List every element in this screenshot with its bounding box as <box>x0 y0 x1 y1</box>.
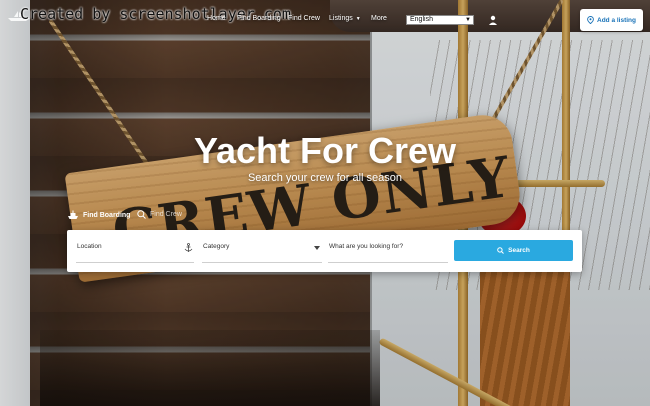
search-bar: Location Category What are you looking f… <box>67 230 582 272</box>
category-select[interactable]: Category <box>202 239 322 263</box>
keyword-placeholder: What are you looking for? <box>329 243 404 250</box>
tab-find-crew-label: Find Crew <box>150 211 182 218</box>
nav-listings[interactable]: Listings ▼ <box>329 15 361 22</box>
hero-headline: Yacht For Crew <box>193 130 457 171</box>
chevron-down-icon <box>314 246 320 250</box>
select-arrow-icon: ▼ <box>465 17 471 23</box>
tab-find-crew[interactable]: Find Crew <box>137 210 182 219</box>
ship-icon <box>68 210 78 219</box>
add-listing-button[interactable]: Add a listing <box>580 9 643 31</box>
category-placeholder: Category <box>203 243 230 250</box>
nav-home[interactable]: Home <box>207 15 226 22</box>
tab-find-boarding[interactable]: Find Boarding <box>67 210 130 220</box>
location-field[interactable]: Location <box>76 239 194 263</box>
language-select[interactable]: English ▼ <box>406 15 474 25</box>
main-nav: Home Find Boarding Find Crew Listings ▼ M… <box>0 15 650 29</box>
language-value: English <box>410 16 433 23</box>
location-placeholder: Location <box>77 243 102 250</box>
tab-find-boarding-label: Find Boarding <box>83 211 131 219</box>
anchor-icon <box>184 243 193 252</box>
map-pin-icon <box>587 16 594 24</box>
search-button[interactable]: Search <box>454 240 573 261</box>
add-listing-label: Add a listing <box>597 16 636 24</box>
search-user-icon <box>137 210 146 219</box>
nav-listings-label: Listings <box>329 15 353 22</box>
nav-more[interactable]: More <box>371 15 387 22</box>
hero-subline: Search your crew for all season <box>247 172 403 184</box>
chevron-down-icon: ▼ <box>355 16 361 22</box>
user-icon[interactable] <box>488 15 498 25</box>
nav-find-crew[interactable]: Find Crew <box>288 15 320 22</box>
nav-find-boarding[interactable]: Find Boarding <box>237 15 281 22</box>
keyword-input[interactable]: What are you looking for? <box>328 239 448 263</box>
hero-background: CREW ONLY <box>0 0 650 406</box>
search-button-label: Search <box>508 247 530 254</box>
search-icon <box>497 247 505 254</box>
hero-overlay <box>0 0 650 406</box>
